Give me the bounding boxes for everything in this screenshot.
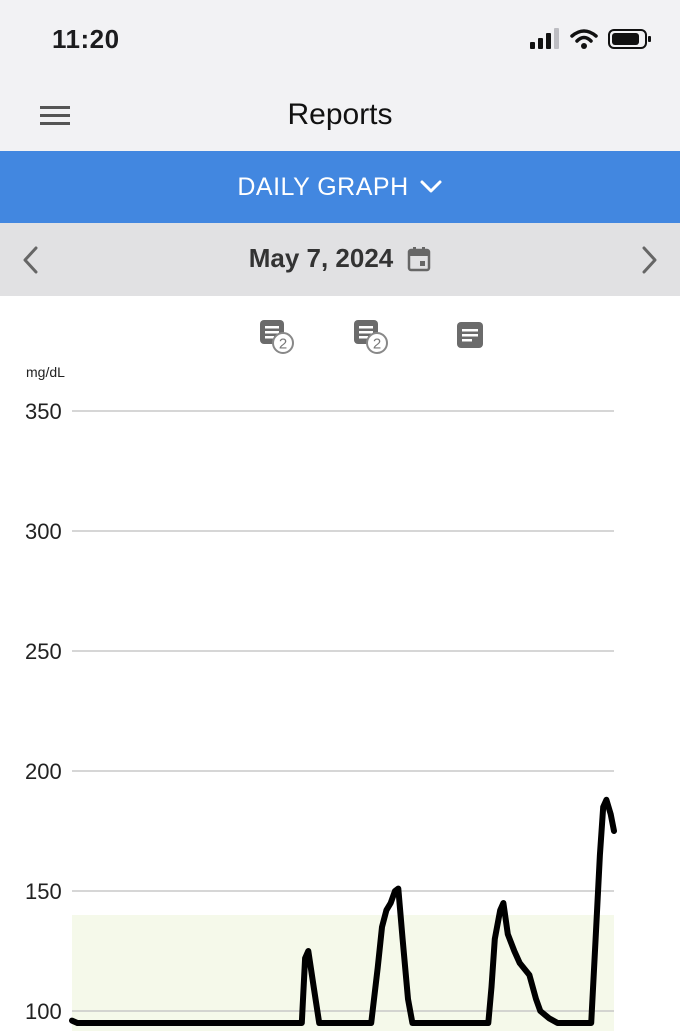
note-marker-1[interactable]: 2 <box>258 318 298 363</box>
status-icons <box>530 28 652 50</box>
note-icon <box>457 322 483 348</box>
date-label: May 7, 2024 <box>248 243 394 273</box>
chevron-down-icon <box>420 180 442 193</box>
note-count-2: 2 <box>373 336 381 353</box>
note-marker-2[interactable]: 2 <box>352 318 392 363</box>
date-navigator: May 7, 2024 <box>0 223 680 296</box>
y-tick-label-200: 200 <box>25 759 62 784</box>
y-tick-label-300: 300 <box>25 519 62 544</box>
date-picker[interactable]: May 7, 2024 <box>0 243 680 274</box>
note-marker-3[interactable] <box>455 320 485 355</box>
y-tick-label-250: 250 <box>25 639 62 664</box>
status-bar: 11:20 <box>0 0 680 80</box>
y-tick-label-150: 150 <box>25 879 62 904</box>
y-tick-label-350: 350 <box>25 399 62 424</box>
glucose-chart: 100 150 200 250 300 350 <box>25 399 617 1031</box>
status-time: 11:20 <box>52 24 120 54</box>
target-range-band <box>72 915 614 1031</box>
calendar-icon <box>408 246 431 271</box>
note-count-1: 2 <box>279 336 287 353</box>
note-icon: 2 <box>260 320 294 354</box>
next-day-button[interactable] <box>634 243 664 277</box>
report-type-dropdown[interactable]: DAILY GRAPH <box>0 151 680 223</box>
signal-icon <box>530 28 559 49</box>
battery-icon <box>608 29 651 49</box>
y-axis-unit-label: mg/dL <box>26 364 65 380</box>
wifi-icon <box>570 29 598 49</box>
page-title: Reports <box>287 98 393 131</box>
note-icon: 2 <box>354 320 388 354</box>
y-tick-label-100: 100 <box>25 999 62 1024</box>
chevron-right-icon <box>642 246 657 274</box>
nav-bar: Reports <box>0 80 680 151</box>
report-type-label: DAILY GRAPH <box>237 172 409 201</box>
